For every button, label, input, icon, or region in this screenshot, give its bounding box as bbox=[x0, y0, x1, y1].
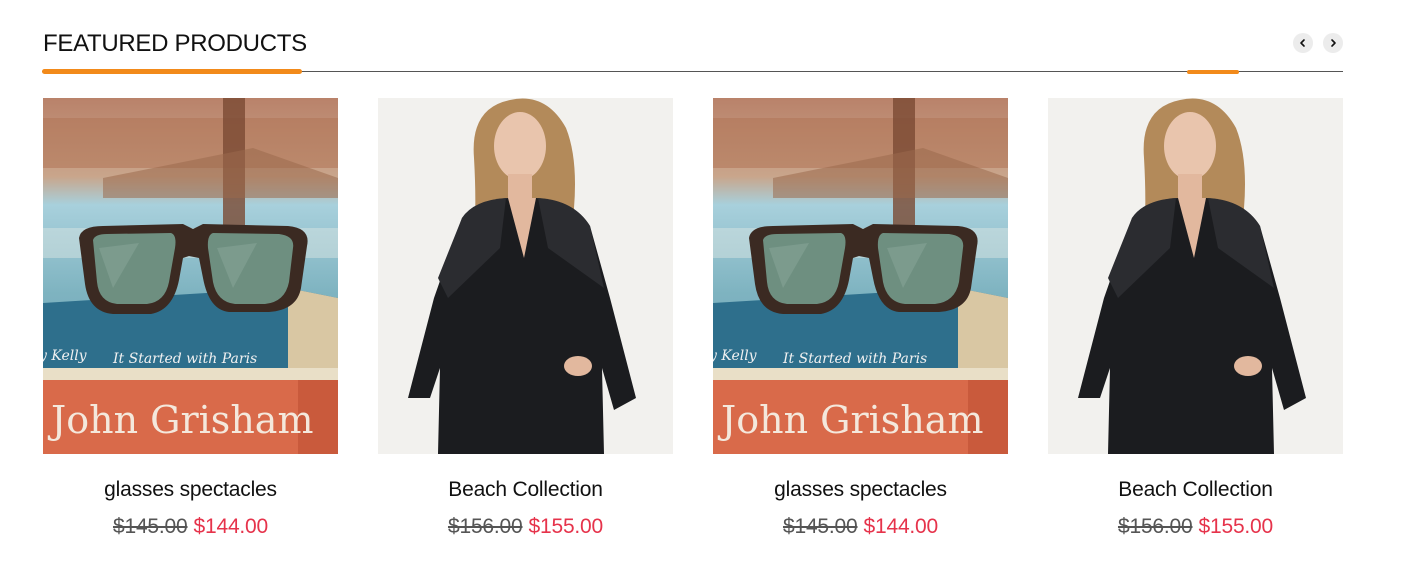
featured-products-header: FEATURED PRODUCTS bbox=[42, 24, 1343, 76]
svg-text:It Started with Paris: It Started with Paris bbox=[782, 351, 927, 367]
sale-price: $155.00 bbox=[1198, 515, 1274, 538]
product-image-beach-collection[interactable] bbox=[1048, 98, 1343, 454]
sale-price: $144.00 bbox=[863, 515, 939, 538]
product-image-sunglasses[interactable]: It Started with Paris y Kelly John Grish… bbox=[713, 98, 1008, 454]
product-name[interactable]: Beach Collection bbox=[378, 478, 673, 502]
price-row: $156.00 $155.00 bbox=[378, 515, 673, 539]
carousel-next-button[interactable] bbox=[1323, 33, 1343, 53]
product-card[interactable]: Beach Collection $156.00 $155.00 bbox=[378, 98, 673, 548]
old-price: $145.00 bbox=[112, 515, 188, 538]
price-row: $145.00 $144.00 bbox=[713, 515, 1008, 539]
product-name[interactable]: glasses spectacles bbox=[43, 478, 338, 502]
sale-price: $144.00 bbox=[193, 515, 269, 538]
svg-text:It Started with Paris: It Started with Paris bbox=[112, 351, 257, 367]
chevron-left-icon bbox=[1300, 39, 1305, 47]
old-price: $156.00 bbox=[447, 515, 523, 538]
product-card[interactable]: It Started with Paris y Kelly John Grish… bbox=[43, 98, 338, 548]
old-price: $156.00 bbox=[1117, 515, 1193, 538]
product-image-sunglasses[interactable]: It Started with Paris y Kelly John Grish… bbox=[43, 98, 338, 454]
carousel-prev-button[interactable] bbox=[1293, 33, 1313, 53]
section-title: FEATURED PRODUCTS bbox=[43, 30, 307, 57]
svg-text:John Grisham: John Grisham bbox=[47, 398, 313, 442]
price-row: $156.00 $155.00 bbox=[1048, 515, 1343, 539]
product-name[interactable]: glasses spectacles bbox=[713, 478, 1008, 502]
sale-price: $155.00 bbox=[528, 515, 604, 538]
chevron-right-icon bbox=[1331, 39, 1336, 47]
svg-text:y Kelly: y Kelly bbox=[43, 348, 88, 364]
product-image-beach-collection[interactable] bbox=[378, 98, 673, 454]
product-card[interactable]: It Started with Paris y Kelly John Grish… bbox=[713, 98, 1008, 548]
product-card[interactable]: Beach Collection $156.00 $155.00 bbox=[1048, 98, 1343, 548]
svg-text:y Kelly: y Kelly bbox=[713, 348, 758, 364]
title-underline bbox=[42, 69, 302, 74]
product-name[interactable]: Beach Collection bbox=[1048, 478, 1343, 502]
old-price: $145.00 bbox=[782, 515, 858, 538]
svg-text:John Grisham: John Grisham bbox=[717, 398, 983, 442]
carousel-scroll-indicator[interactable] bbox=[1187, 70, 1239, 74]
price-row: $145.00 $144.00 bbox=[43, 515, 338, 539]
product-carousel: It Started with Paris y Kelly John Grish… bbox=[43, 98, 1343, 558]
